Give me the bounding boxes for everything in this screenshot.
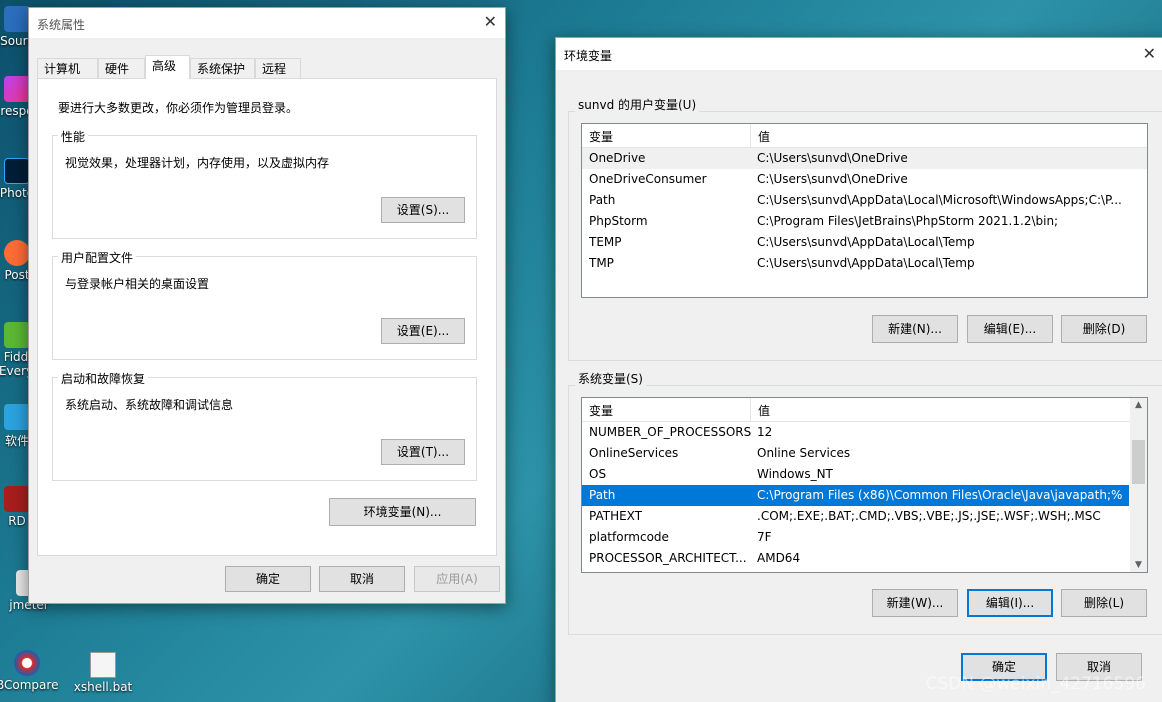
list-item[interactable]: OnlineServices Online Services <box>582 443 1147 464</box>
scroll-down-icon[interactable]: ▼ <box>1130 560 1147 570</box>
user-variables-label: sunvd 的用户变量(U) <box>575 96 700 113</box>
watermark: CSDN @weixin_42716596 <box>925 674 1146 694</box>
environment-variables-window: 环境变量 ✕ sunvd 的用户变量(U) 变量 值 OneDrive C:\Us… <box>555 37 1162 702</box>
list-item[interactable]: platformcode 7F <box>582 527 1147 548</box>
app-icon <box>4 486 30 512</box>
system-variables-list[interactable]: 变量 值 NUMBER_OF_PROCESSORS 12 OnlineServic… <box>581 397 1148 573</box>
list-item[interactable]: PhpStorm C:\Program Files\JetBrains\PhpSt… <box>582 211 1147 232</box>
close-icon[interactable]: ✕ <box>484 12 497 31</box>
performance-desc: 视觉效果，处理器计划，内存使用，以及虚拟内存 <box>65 156 330 170</box>
gear-file-icon <box>90 652 116 678</box>
app-icon <box>14 650 40 676</box>
startup-recovery-group: 系统启动、系统故障和调试信息 设置(T)... <box>52 377 477 481</box>
app-icon <box>4 6 30 32</box>
apply-button[interactable]: 应用(A) <box>414 566 500 592</box>
performance-label: 性能 <box>58 128 89 145</box>
list-item[interactable]: PATHEXT .COM;.EXE;.BAT;.CMD;.VBS;.VBE;.JS… <box>582 506 1147 527</box>
tab-system-protection[interactable]: 系统保护 <box>190 58 255 80</box>
column-header-variable[interactable]: 变量 <box>589 128 613 145</box>
system-delete-button[interactable]: 删除(L) <box>1061 589 1147 617</box>
app-icon <box>4 158 30 184</box>
startup-recovery-desc: 系统启动、系统故障和调试信息 <box>65 398 234 412</box>
list-item[interactable]: PROCESSOR_ARCHITECT... AMD64 <box>582 548 1147 569</box>
vertical-scrollbar[interactable]: ▲ ▼ <box>1130 398 1147 572</box>
system-edit-button[interactable]: 编辑(I)... <box>967 589 1053 617</box>
scroll-up-icon[interactable]: ▲ <box>1130 400 1147 410</box>
list-header: 变量 值 <box>582 398 1147 422</box>
list-item[interactable]: OneDrive C:\Users\sunvd\OneDrive <box>582 148 1147 169</box>
admin-note: 要进行大多数更改，你必须作为管理员登录。 <box>58 101 299 115</box>
window-title: 系统属性 <box>37 18 86 32</box>
environment-variables-button[interactable]: 环境变量(N)... <box>329 498 476 526</box>
user-profile-label: 用户配置文件 <box>58 249 137 266</box>
list-item[interactable]: Path C:\Users\sunvd\AppData\Local\Microso… <box>582 190 1147 211</box>
list-item[interactable]: NUMBER_OF_PROCESSORS 12 <box>582 422 1147 443</box>
user-profile-group: 与登录帐户相关的桌面设置 设置(E)... <box>52 256 477 360</box>
cancel-button[interactable]: 取消 <box>319 566 405 592</box>
title-bar: 系统属性 ✕ <box>29 8 505 38</box>
scrollbar-thumb[interactable] <box>1132 440 1145 484</box>
user-new-button[interactable]: 新建(N)... <box>872 315 958 343</box>
tab-panel: 要进行大多数更改，你必须作为管理员登录。 视觉效果，处理器计划，内存使用，以及虚… <box>37 78 497 556</box>
column-header-variable[interactable]: 变量 <box>589 402 613 419</box>
column-header-value[interactable]: 值 <box>758 402 770 419</box>
app-icon <box>4 404 30 430</box>
app-icon <box>4 322 30 348</box>
list-item-selected[interactable]: Path C:\Program Files (x86)\Common Files\… <box>582 484 1130 507</box>
list-item[interactable]: OneDriveConsumer C:\Users\sunvd\OneDrive <box>582 169 1147 190</box>
title-bar: 环境变量 ✕ <box>556 38 1162 70</box>
performance-group: 视觉效果，处理器计划，内存使用，以及虚拟内存 设置(S)... <box>52 135 477 239</box>
startup-recovery-settings-button[interactable]: 设置(T)... <box>381 439 465 465</box>
list-header: 变量 值 <box>582 124 1147 148</box>
window-title: 环境变量 <box>564 49 613 63</box>
performance-settings-button[interactable]: 设置(S)... <box>381 197 465 223</box>
user-edit-button[interactable]: 编辑(E)... <box>967 315 1053 343</box>
system-properties-window: 系统属性 ✕ 计算机名 硬件 高级 系统保护 远程 要进行大多数更改，你必须作为… <box>28 7 506 604</box>
close-icon[interactable]: ✕ <box>1143 44 1156 63</box>
startup-recovery-label: 启动和故障恢复 <box>58 370 149 387</box>
system-new-button[interactable]: 新建(W)... <box>872 589 958 617</box>
ok-button[interactable]: 确定 <box>225 566 311 592</box>
tab-remote[interactable]: 远程 <box>255 58 301 80</box>
user-profile-desc: 与登录帐户相关的桌面设置 <box>65 277 210 291</box>
list-item[interactable]: TEMP C:\Users\sunvd\AppData\Local\Temp <box>582 232 1147 253</box>
tab-hardware[interactable]: 硬件 <box>98 58 145 80</box>
desktop-icon-bcompare[interactable]: BCompare <box>0 650 58 692</box>
tab-advanced[interactable]: 高级 <box>145 55 190 79</box>
list-item[interactable]: TMP C:\Users\sunvd\AppData\Local\Temp <box>582 253 1147 274</box>
app-icon <box>4 76 30 102</box>
column-header-value[interactable]: 值 <box>758 128 770 145</box>
app-icon <box>4 240 30 266</box>
system-variables-label: 系统变量(S) <box>575 370 646 387</box>
tab-computer-name[interactable]: 计算机名 <box>37 58 98 96</box>
user-delete-button[interactable]: 删除(D) <box>1061 315 1147 343</box>
user-variables-list[interactable]: 变量 值 OneDrive C:\Users\sunvd\OneDrive One… <box>581 123 1148 298</box>
user-profile-settings-button[interactable]: 设置(E)... <box>381 318 465 344</box>
desktop-icon-xshell-bat[interactable]: xshell.bat <box>72 652 134 694</box>
list-item[interactable]: OS Windows_NT <box>582 464 1147 485</box>
